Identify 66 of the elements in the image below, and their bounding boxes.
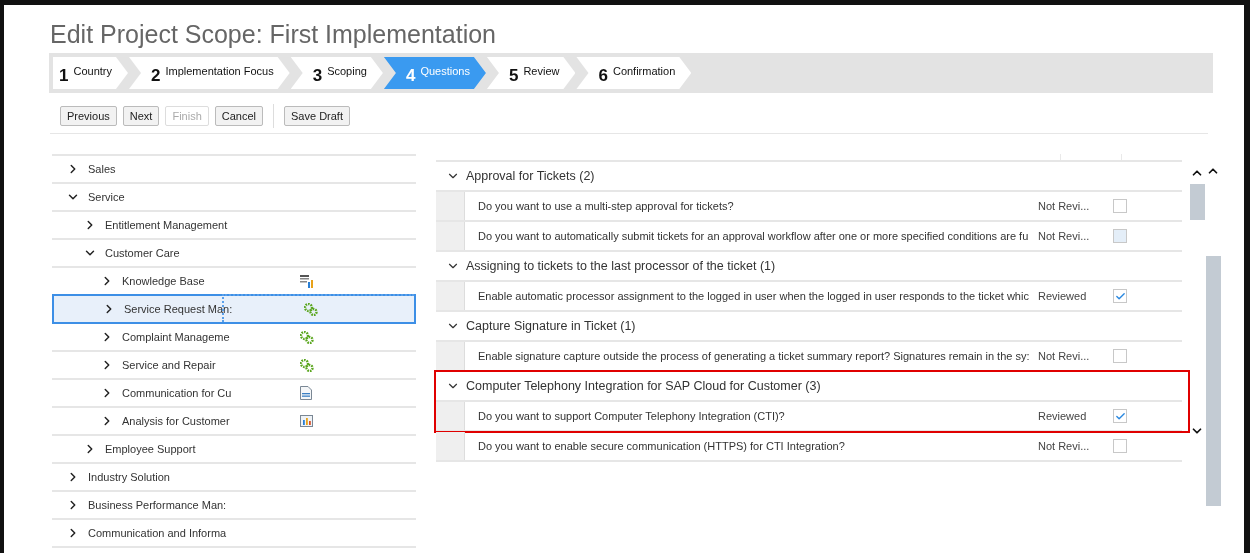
- review-status: Reviewed: [1038, 290, 1088, 302]
- tree-item[interactable]: Communication for Cu: [52, 380, 416, 408]
- tree-item-label: Communication and Informa: [88, 527, 227, 539]
- tree-item[interactable]: Service Request Man:: [52, 294, 416, 324]
- review-status: Not Revi...: [1038, 200, 1091, 212]
- tree-item-label: Communication for Cu: [122, 387, 232, 399]
- tree-item-label: Sales: [88, 163, 116, 175]
- question-text: Do you want to enable secure communication (HTTPS) for CTI Integration?: [478, 440, 846, 452]
- gears-icon: [300, 330, 314, 344]
- tree-item[interactable]: Customer Care: [52, 240, 416, 268]
- gears-icon: [300, 358, 314, 372]
- review-status: Not Revi...: [1038, 230, 1091, 242]
- scrollbar-thumb[interactable]: [1190, 184, 1205, 220]
- question-text: Enable signature capture outside the process of generating a ticket summary report? Signatures remain in the sy:: [478, 350, 1031, 362]
- question-text: Do you want to use a multi-step approval for tickets?: [478, 200, 735, 212]
- wizard-step[interactable]: 1 Country: [53, 57, 128, 89]
- tree-item-label: Business Performance Man:: [88, 499, 227, 511]
- reviewed-checkbox[interactable]: [1113, 199, 1127, 213]
- tree-item[interactable]: Service: [52, 184, 416, 212]
- reviewed-checkbox[interactable]: [1113, 289, 1127, 303]
- tree-item[interactable]: Communication and Informa: [52, 520, 416, 548]
- group-title: Approval for Tickets (2): [466, 169, 595, 183]
- group-title: Computer Telephony Integration for SAP Cloud for Customer (3): [466, 379, 821, 393]
- page-title: Edit Project Scope: First Implementation: [50, 19, 498, 49]
- tree-item[interactable]: Employee Support: [52, 436, 416, 464]
- toolbar-button[interactable]: Cancel: [214, 106, 263, 126]
- toolbar-button[interactable]: Save Draft: [284, 106, 350, 126]
- table-chart-icon: [300, 274, 314, 288]
- tree-item[interactable]: Service and Repair: [52, 352, 416, 380]
- group-title: Assigning to tickets to the last processor of the ticket (1): [466, 259, 776, 273]
- tree-item-label: Analysis for Customer: [122, 415, 230, 427]
- scrollbar-thumb[interactable]: [1206, 256, 1221, 506]
- tree-item-label: Customer Care: [105, 247, 180, 259]
- tree-item-label: Service Request Man:: [124, 303, 233, 315]
- tree-item-label: Industry Solution: [88, 471, 170, 483]
- wizard-step[interactable]: 2 Implementation Focus: [129, 57, 290, 89]
- reviewed-checkbox[interactable]: [1113, 349, 1127, 363]
- document-icon: [300, 386, 312, 400]
- question-text: Enable automatic processor assignment to the logged in user when the logged in user responds to the ticket whic: [478, 290, 1030, 302]
- wizard-step[interactable]: 3 Scoping: [290, 57, 383, 89]
- bar-chart-icon: [300, 415, 313, 427]
- question-text: Do you want to automatically submit tickets for an approval workflow after one or more specified conditions are fu: [478, 230, 1030, 242]
- tree-item-label: Employee Support: [105, 443, 196, 455]
- reviewed-checkbox[interactable]: [1113, 439, 1127, 453]
- tree-item-label: Complaint Manageme: [122, 331, 230, 343]
- wizard-step[interactable]: 5 Review: [486, 57, 576, 89]
- tree-item[interactable]: Sales: [52, 156, 416, 184]
- review-status: Not Revi...: [1038, 440, 1091, 452]
- question-text: Do you want to support Computer Telephony Integration (CTI)?: [478, 410, 786, 422]
- tree-item[interactable]: Business Performance Man:: [52, 492, 416, 520]
- tree-item-label: Entitlement Management: [105, 219, 228, 231]
- group-title: Capture Signature in Ticket (1): [466, 319, 636, 333]
- wizard-step[interactable]: 6 Confirmation: [576, 57, 692, 89]
- tree-item[interactable]: Complaint Manageme: [52, 324, 416, 352]
- review-status: Not Revi...: [1038, 350, 1091, 362]
- tree-item-label: Knowledge Base: [122, 275, 205, 287]
- tree-item-label: Service: [88, 191, 125, 203]
- toolbar-button[interactable]: Previous: [60, 106, 117, 126]
- tree-item[interactable]: Industry Solution: [52, 464, 416, 492]
- gears-icon: [304, 302, 318, 316]
- tree-item-label: Service and Repair: [122, 359, 216, 371]
- tree-item[interactable]: Entitlement Management: [52, 212, 416, 240]
- reviewed-checkbox[interactable]: [1113, 409, 1127, 423]
- tree-item[interactable]: Analysis for Customer: [52, 408, 416, 436]
- review-status: Reviewed: [1038, 410, 1088, 422]
- toolbar-button[interactable]: Next: [122, 106, 160, 126]
